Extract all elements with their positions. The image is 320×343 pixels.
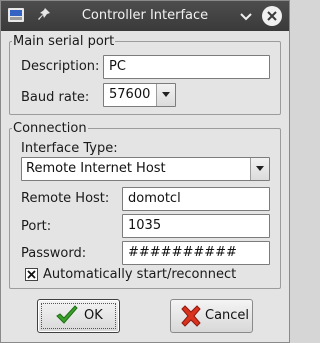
auto-reconnect-label[interactable]: Automatically start/reconnect (43, 267, 236, 282)
baud-rate-value: 57600 (109, 87, 151, 102)
password-label: Password: (21, 246, 87, 261)
cancel-button-label: Cancel (205, 308, 250, 323)
cancel-x-icon (181, 305, 201, 327)
main-serial-port-legend: Main serial port (13, 34, 115, 49)
close-icon (267, 11, 277, 21)
checkmark-icon (56, 305, 78, 324)
triangle-down-icon (256, 166, 264, 171)
description-field[interactable]: PC (103, 55, 270, 79)
cancel-button[interactable]: Cancel (170, 299, 253, 333)
title-bar: Controller Interface (1, 1, 289, 31)
interface-type-value: Remote Internet Host (26, 161, 166, 176)
interface-type-label: Interface Type: (21, 141, 118, 156)
auto-reconnect-checkbox[interactable] (25, 268, 38, 281)
minimize-button[interactable] (236, 6, 256, 26)
password-field[interactable]: ########## (122, 241, 270, 265)
interface-type-select[interactable]: Remote Internet Host (21, 157, 270, 181)
controller-interface-dialog: Controller Interface Main serial port De… (0, 0, 290, 343)
triangle-down-icon (162, 92, 170, 97)
checkmark-x-icon (27, 270, 36, 279)
baud-rate-dropdown-button[interactable] (156, 84, 175, 106)
baud-rate-label: Baud rate: (21, 90, 90, 105)
baud-rate-select[interactable]: 57600 (103, 83, 176, 107)
remote-host-field[interactable]: domotcl (122, 187, 270, 211)
port-field[interactable]: 1035 (122, 214, 270, 238)
ok-button-label: OK (84, 308, 103, 323)
interface-type-dropdown-button[interactable] (250, 158, 269, 180)
port-label: Port: (21, 219, 52, 234)
remote-host-label: Remote Host: (21, 191, 110, 206)
connection-legend: Connection (13, 121, 87, 136)
close-button[interactable] (262, 6, 282, 26)
ok-button[interactable]: OK (37, 299, 120, 333)
description-label: Description: (21, 59, 100, 74)
